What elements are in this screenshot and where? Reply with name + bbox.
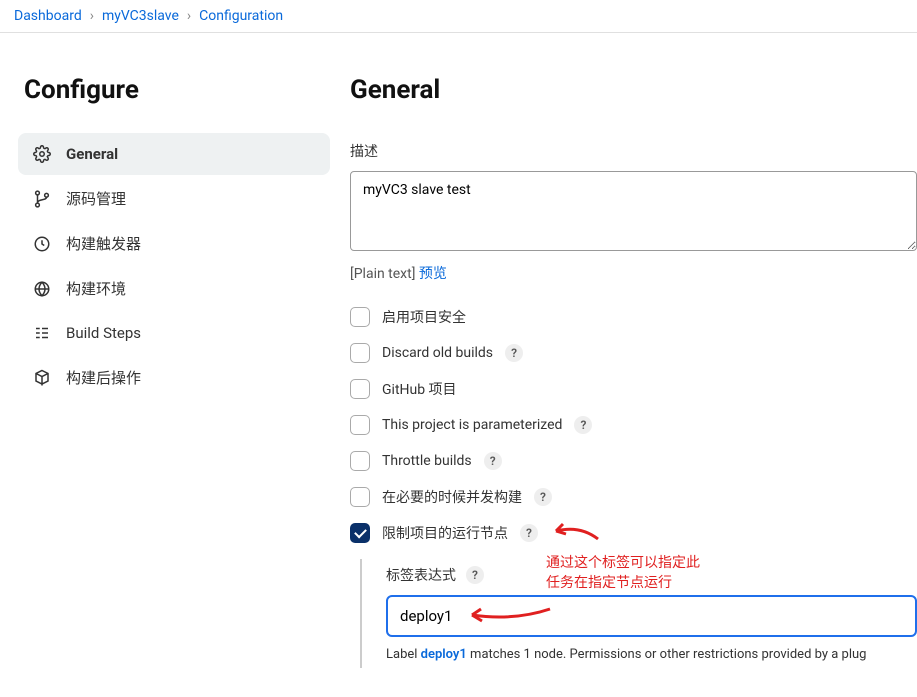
plain-text-label: [Plain text] xyxy=(350,266,419,282)
sidebar-item-triggers[interactable]: 构建触发器 xyxy=(18,222,330,265)
breadcrumb-configuration[interactable]: Configuration xyxy=(199,8,283,24)
branch-icon xyxy=(32,189,52,209)
sidebar-item-scm[interactable]: 源码管理 xyxy=(18,177,330,220)
preview-link[interactable]: 预览 xyxy=(419,266,447,282)
gear-icon xyxy=(32,144,52,164)
checkbox[interactable] xyxy=(350,451,370,471)
checkbox-label: This project is parameterized xyxy=(382,417,562,433)
breadcrumb: Dashboard › myVC3slave › Configuration xyxy=(0,0,917,33)
check-discard-old-builds: Discard old builds ? xyxy=(350,343,917,363)
checkbox[interactable] xyxy=(350,487,370,507)
description-format-row: [Plain text] 预览 xyxy=(350,263,917,283)
clock-icon xyxy=(32,234,52,254)
globe-icon xyxy=(32,279,52,299)
help-icon[interactable]: ? xyxy=(534,488,552,506)
checkbox[interactable] xyxy=(350,379,370,399)
breadcrumb-project[interactable]: myVC3slave xyxy=(102,8,179,24)
box-export-icon xyxy=(32,368,52,388)
sidebar-item-post-build[interactable]: 构建后操作 xyxy=(18,356,330,399)
page-title: General xyxy=(350,75,917,105)
help-icon[interactable]: ? xyxy=(484,452,502,470)
sidebar-item-label: General xyxy=(66,145,118,163)
checkbox[interactable] xyxy=(350,307,370,327)
label-validation-text: Label deploy1 matches 1 node. Permission… xyxy=(386,647,917,662)
sidebar-item-label: 构建环境 xyxy=(66,278,126,299)
sidebar-item-general[interactable]: General xyxy=(18,133,330,175)
breadcrumb-separator: › xyxy=(187,8,191,24)
description-label: 描述 xyxy=(350,141,917,161)
sidebar-item-label: 源码管理 xyxy=(66,188,126,209)
description-textarea[interactable] xyxy=(350,171,917,251)
breadcrumb-dashboard[interactable]: Dashboard xyxy=(14,8,82,24)
checkbox[interactable] xyxy=(350,343,370,363)
sidebar-item-label: 构建后操作 xyxy=(66,367,141,388)
sidebar-item-label: 构建触发器 xyxy=(66,233,141,254)
label-expression-label: 标签表达式 xyxy=(386,565,456,585)
checkbox-label: GitHub 项目 xyxy=(382,379,457,399)
help-icon[interactable]: ? xyxy=(574,416,592,434)
label-expression-section: 标签表达式 ? Label deploy1 matches 1 node. Pe… xyxy=(360,559,917,668)
checkbox-label: Discard old builds xyxy=(382,345,493,361)
sidebar-item-environment[interactable]: 构建环境 xyxy=(18,267,330,310)
config-sidebar: Configure General 源码管理 构建触发器 构建环境 xyxy=(0,33,330,692)
checkbox-label: Throttle builds xyxy=(382,453,472,469)
sidebar-item-build-steps[interactable]: Build Steps xyxy=(18,312,330,354)
sidebar-item-label: Build Steps xyxy=(66,324,141,342)
checkbox[interactable] xyxy=(350,523,370,543)
check-github-project: GitHub 项目 xyxy=(350,379,917,399)
check-concurrent-build: 在必要的时候并发构建 ? xyxy=(350,487,917,507)
steps-icon xyxy=(32,323,52,343)
help-icon[interactable]: ? xyxy=(520,524,538,542)
check-enable-security: 启用项目安全 xyxy=(350,307,917,327)
label-expression-input[interactable] xyxy=(386,595,917,637)
help-icon[interactable]: ? xyxy=(505,344,523,362)
sidebar-title: Configure xyxy=(24,75,330,105)
checkbox-label: 在必要的时候并发构建 xyxy=(382,487,522,507)
checkbox-label: 限制项目的运行节点 xyxy=(382,523,508,543)
checkbox[interactable] xyxy=(350,415,370,435)
check-parameterized: This project is parameterized ? xyxy=(350,415,917,435)
config-content: General 描述 [Plain text] 预览 启用项目安全 Discar… xyxy=(330,33,917,692)
checkbox-label: 启用项目安全 xyxy=(382,307,466,327)
check-restrict-node: 限制项目的运行节点 ? xyxy=(350,523,917,543)
breadcrumb-separator: › xyxy=(90,8,94,24)
annotation-arrow-icon xyxy=(550,521,600,545)
check-throttle-builds: Throttle builds ? xyxy=(350,451,917,471)
help-icon[interactable]: ? xyxy=(466,566,484,584)
